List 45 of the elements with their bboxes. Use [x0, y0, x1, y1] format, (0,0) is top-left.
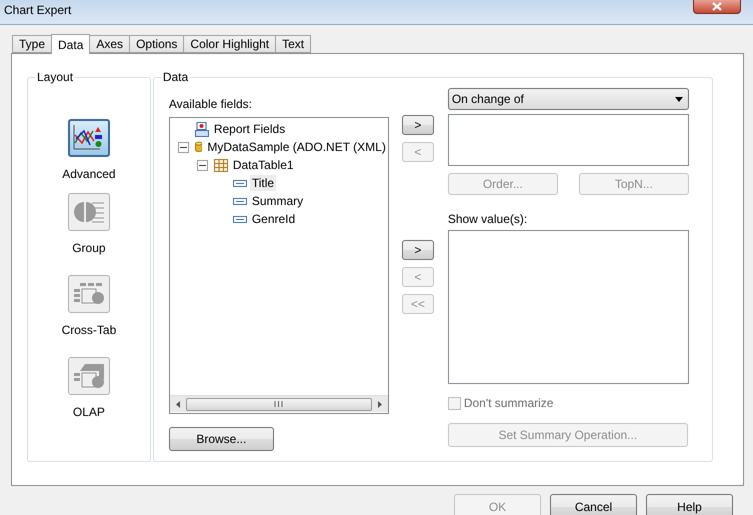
tree-item[interactable]: MyDataSample (ADO.NET (XML) [205, 139, 388, 155]
tree-item[interactable]: DataTable1 [230, 157, 296, 173]
close-icon [711, 2, 723, 11]
tab[interactable]: Data [51, 34, 90, 54]
layout-option[interactable]: Advanced [62, 119, 116, 181]
browse-button[interactable]: Browse... [168, 427, 274, 451]
scroll-right-icon[interactable] [378, 400, 382, 408]
close-button[interactable] [693, 0, 741, 14]
tab[interactable]: Text [275, 35, 312, 53]
tree-item[interactable]: Report Fields [212, 121, 288, 137]
layout-option[interactable]: Cross-Tab [62, 275, 116, 337]
dialog-button[interactable]: Help [646, 494, 733, 515]
move-button[interactable]: > [402, 240, 434, 260]
values-list[interactable] [448, 230, 689, 384]
tab[interactable]: Axes [89, 35, 130, 53]
field-icon [232, 198, 247, 204]
tab[interactable]: Color Highlight [183, 35, 276, 53]
group-title: Layout [36, 70, 74, 84]
dropdown-arrow-icon [674, 96, 683, 102]
field-icon [232, 216, 247, 222]
collapse-toggle[interactable] [178, 142, 189, 152]
fields-tree[interactable]: Report Fields MyDataSample (ADO.NET (XML) DataTable1 Title Summary GenreId [168, 117, 389, 414]
tree-item[interactable]: Summary [250, 193, 306, 209]
tree-item[interactable]: GenreId [250, 211, 298, 227]
group-by-dropdown[interactable]: On change of [448, 88, 689, 110]
group-by-list[interactable] [448, 114, 689, 166]
horizontal-scrollbar[interactable] [170, 395, 388, 412]
tab[interactable]: Options [129, 35, 184, 53]
scroll-left-icon[interactable] [176, 400, 180, 408]
group-title: Data [162, 70, 190, 84]
checkbox-label: Don't summarize [464, 396, 554, 410]
window-title: Chart Expert [4, 3, 72, 17]
field-label: Available fields: [168, 97, 253, 111]
tab[interactable]: Type [12, 35, 52, 53]
grip-icon [274, 401, 284, 407]
move-button[interactable]: > [402, 115, 434, 135]
report-icon [194, 122, 209, 136]
field-label: Show value(s): [448, 212, 528, 226]
cube-table-icon [72, 361, 106, 391]
table-icon [214, 158, 228, 172]
collapse-toggle[interactable] [196, 160, 208, 170]
field-icon [232, 180, 247, 186]
database-icon [194, 140, 202, 154]
tree-item[interactable]: Title [250, 175, 276, 191]
dialog-button[interactable]: Cancel [550, 494, 637, 515]
